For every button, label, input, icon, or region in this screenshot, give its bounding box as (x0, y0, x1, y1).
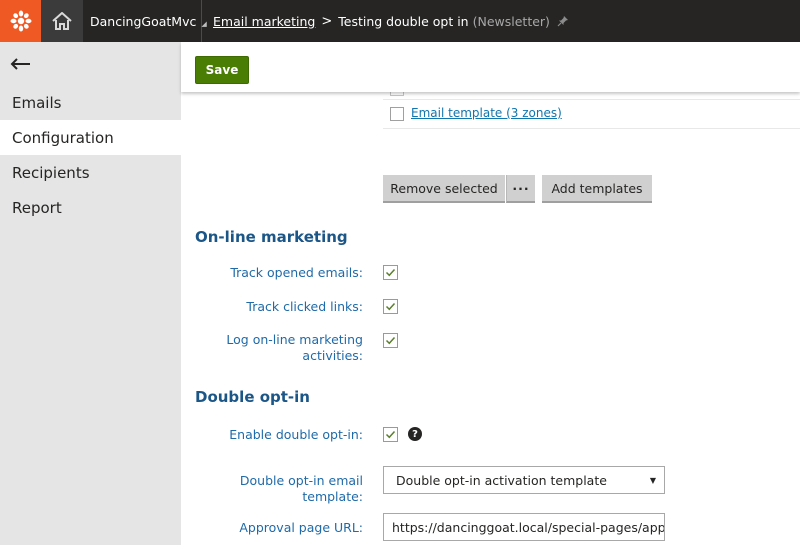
divider (383, 128, 800, 129)
track-opened-checkbox[interactable] (383, 265, 398, 280)
template-link[interactable]: Email template (3 zones) (411, 106, 562, 120)
template-select-label: Double opt-in email template: (239, 473, 363, 504)
template-checkbox[interactable] (390, 107, 404, 121)
divider (383, 99, 800, 100)
log-activities-label: Log on-line marketing activities: (226, 332, 363, 363)
online-marketing-heading: On-line marketing (195, 228, 348, 246)
save-button[interactable]: Save (195, 56, 249, 84)
approval-url-label: Approval page URL: (239, 520, 363, 535)
enable-double-opt-in-checkbox[interactable] (383, 427, 398, 442)
app-header: DancingGoatMvc ◢ Email marketing > Testi… (0, 0, 800, 42)
template-select-value: Double opt-in activation template (396, 472, 607, 488)
track-clicked-checkbox[interactable] (383, 299, 398, 314)
back-arrow-icon[interactable] (10, 56, 32, 70)
checkmark-icon (385, 336, 396, 345)
template-select[interactable]: Double opt-in activation template ▼ (383, 466, 665, 494)
sidebar-item-label: Configuration (12, 128, 114, 147)
track-opened-label: Track opened emails: (230, 265, 363, 280)
sidebar: Emails Configuration Recipients Report (0, 42, 181, 545)
sidebar-item-report[interactable]: Report (0, 190, 181, 225)
sidebar-item-emails[interactable]: Emails (0, 85, 181, 120)
home-icon[interactable] (41, 0, 83, 42)
sidebar-item-label: Report (12, 198, 62, 217)
pin-icon[interactable] (557, 15, 569, 27)
checkmark-icon (385, 430, 396, 439)
help-icon[interactable]: ? (408, 427, 422, 441)
template-row-checkbox-partial[interactable] (390, 92, 404, 96)
approval-url-input[interactable]: https://dancinggoat.local/special-pages/… (383, 513, 665, 541)
page-type: (Newsletter) (472, 13, 550, 29)
enable-double-opt-in-label: Enable double opt-in: (229, 427, 363, 442)
breadcrumb-email-marketing[interactable]: Email marketing (213, 14, 315, 29)
breadcrumb: Email marketing > Testing double opt in … (213, 0, 569, 42)
sidebar-item-label: Emails (12, 93, 62, 112)
remove-selected-button[interactable]: Remove selected (383, 175, 505, 203)
sidebar-item-label: Recipients (12, 163, 90, 182)
page-title: Testing double opt in (338, 13, 469, 29)
sidebar-item-configuration[interactable]: Configuration (0, 120, 181, 155)
log-activities-checkbox[interactable] (383, 333, 398, 348)
site-selector[interactable]: DancingGoatMvc ◢ (83, 0, 207, 42)
double-opt-in-heading: Double opt-in (195, 388, 310, 406)
add-templates-button[interactable]: Add templates (542, 175, 652, 203)
site-name: DancingGoatMvc (90, 13, 197, 29)
action-toolbar: Save (181, 42, 800, 92)
more-actions-button[interactable]: ··· (506, 175, 535, 203)
chevron-down-icon: ▼ (649, 476, 656, 485)
breadcrumb-separator: > (321, 13, 333, 29)
sidebar-item-recipients[interactable]: Recipients (0, 155, 181, 190)
kentico-logo-icon[interactable] (0, 0, 41, 42)
site-dropdown-icon: ◢ (201, 20, 207, 28)
checkmark-icon (385, 268, 396, 277)
track-clicked-label: Track clicked links: (246, 299, 363, 314)
checkmark-icon (385, 302, 396, 311)
